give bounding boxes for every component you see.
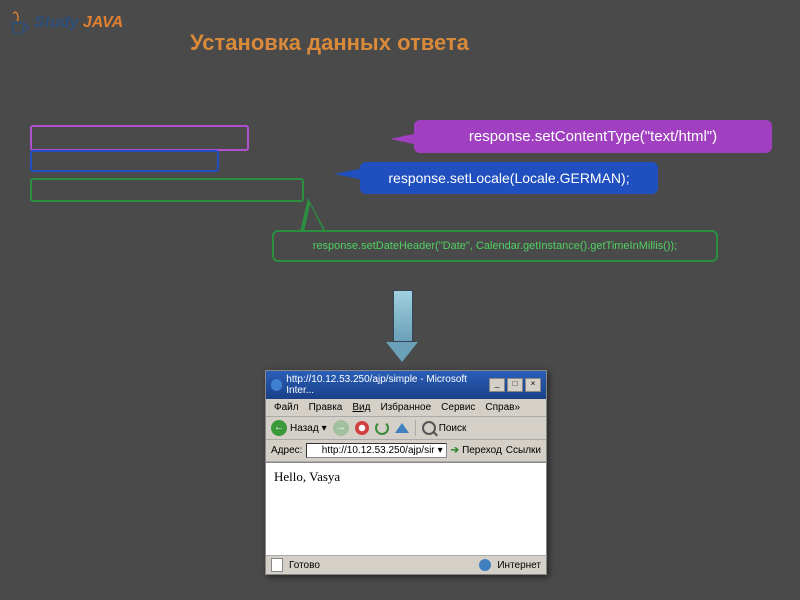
address-label: Адрес: bbox=[271, 445, 302, 456]
callout-content-type: response.setContentType("text/html") bbox=[414, 120, 772, 153]
menu-file[interactable]: Файл bbox=[270, 401, 303, 414]
callout-tail-green-inner bbox=[304, 204, 324, 232]
coffee-cup-icon bbox=[8, 10, 30, 36]
minimize-button[interactable]: _ bbox=[489, 378, 505, 392]
back-label: Назад bbox=[290, 423, 319, 434]
menu-view[interactable]: Вид bbox=[348, 401, 374, 414]
home-icon[interactable] bbox=[395, 423, 409, 433]
search-icon bbox=[422, 421, 436, 435]
ie-icon bbox=[271, 379, 282, 391]
menu-favorites[interactable]: Избранное bbox=[376, 401, 435, 414]
slide-title: Установка данных ответа bbox=[190, 30, 469, 56]
page-icon bbox=[310, 446, 318, 456]
back-button[interactable]: ← Назад ▾ bbox=[271, 420, 327, 436]
browser-title: http://10.12.53.250/ajp/simple - Microso… bbox=[286, 374, 485, 396]
menu-tools[interactable]: Сервис bbox=[437, 401, 479, 414]
close-button[interactable]: × bbox=[525, 378, 541, 392]
search-button[interactable]: Поиск bbox=[422, 421, 467, 435]
code-placeholder-green bbox=[30, 178, 304, 202]
dropdown-icon[interactable]: ▾ bbox=[438, 445, 443, 456]
menu-edit[interactable]: Правка bbox=[305, 401, 347, 414]
forward-button[interactable]: → bbox=[333, 420, 349, 436]
browser-content: Hello, Vasya bbox=[266, 462, 546, 555]
browser-toolbar: ← Назад ▾ → Поиск bbox=[266, 417, 546, 440]
address-input[interactable]: http://10.12.53.250/ajp/sir ▾ bbox=[306, 443, 446, 458]
browser-titlebar: http://10.12.53.250/ajp/simple - Microso… bbox=[266, 371, 546, 399]
links-label[interactable]: Ссылки bbox=[506, 445, 541, 456]
back-arrow-icon: ← bbox=[271, 420, 287, 436]
document-icon bbox=[271, 558, 283, 572]
browser-addressbar: Адрес: http://10.12.53.250/ajp/sir ▾ ➔ П… bbox=[266, 440, 546, 462]
go-icon: ➔ bbox=[451, 445, 459, 456]
page-body-text: Hello, Vasya bbox=[274, 469, 340, 484]
browser-menubar: Файл Правка Вид Избранное Сервис Справ» bbox=[266, 399, 546, 417]
maximize-button[interactable]: □ bbox=[507, 378, 523, 392]
search-label: Поиск bbox=[439, 423, 467, 434]
code-placeholder-purple bbox=[30, 125, 249, 151]
go-label: Переход bbox=[462, 445, 502, 456]
browser-statusbar: Готово Интернет bbox=[266, 555, 546, 574]
logo-text-java: JAVA bbox=[83, 14, 123, 31]
refresh-icon[interactable] bbox=[375, 421, 389, 435]
arrow-down-icon bbox=[386, 290, 418, 362]
code-placeholder-blue bbox=[30, 150, 219, 172]
stop-icon[interactable] bbox=[355, 421, 369, 435]
callout-date-header: response.setDateHeader("Date", Calendar.… bbox=[272, 230, 718, 262]
menu-help[interactable]: Справ» bbox=[481, 401, 524, 414]
globe-icon bbox=[479, 559, 491, 571]
status-zone: Интернет bbox=[497, 560, 541, 571]
logo: Study JAVA bbox=[8, 10, 123, 36]
separator bbox=[415, 420, 416, 436]
address-url: http://10.12.53.250/ajp/sir bbox=[322, 445, 435, 456]
callout-locale: response.setLocale(Locale.GERMAN); bbox=[360, 162, 658, 194]
dropdown-icon: ▾ bbox=[322, 423, 327, 434]
browser-window: http://10.12.53.250/ajp/simple - Microso… bbox=[265, 370, 547, 575]
go-button[interactable]: ➔ Переход bbox=[451, 445, 502, 456]
logo-text-study: Study bbox=[34, 14, 78, 31]
status-ready: Готово bbox=[289, 560, 320, 571]
